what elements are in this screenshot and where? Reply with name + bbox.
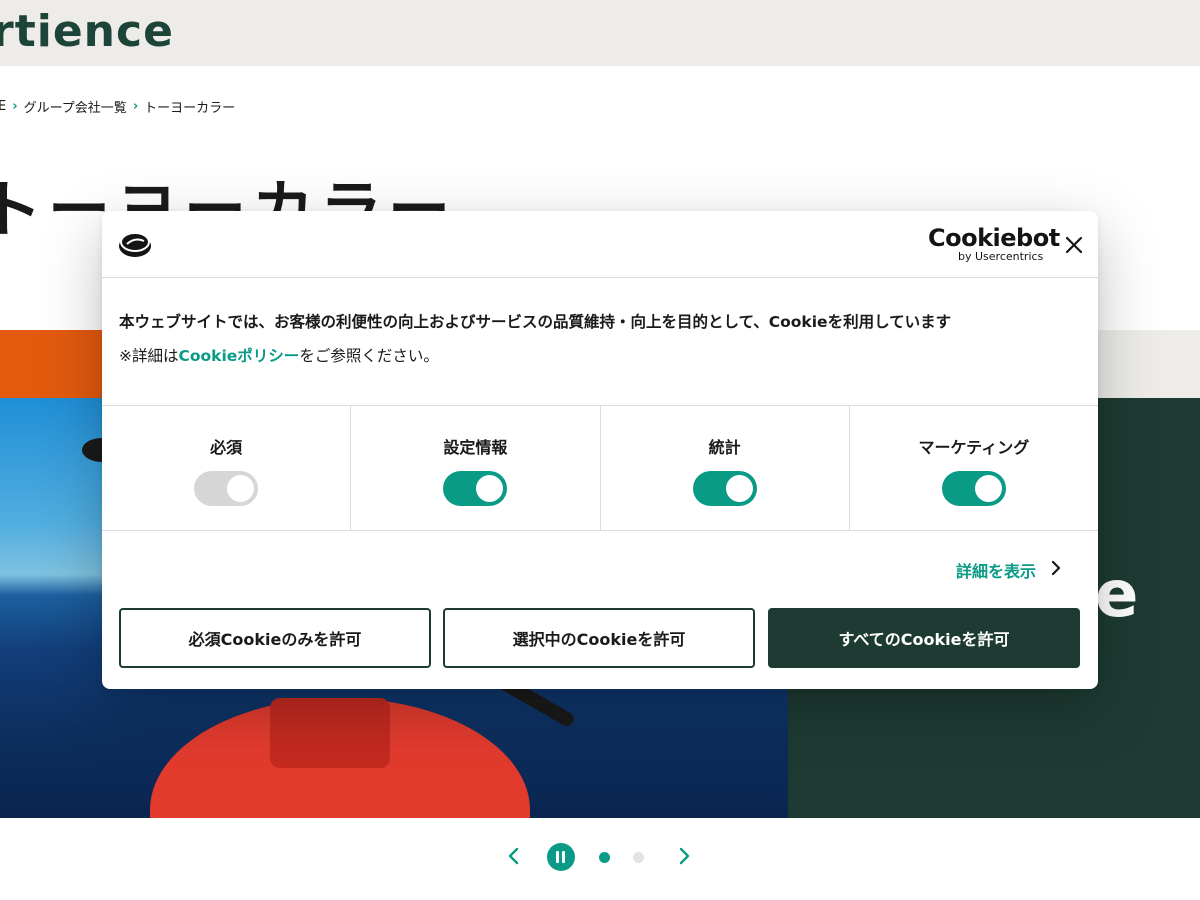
allow-necessary-button[interactable]: 必須Cookieのみを許可 — [119, 608, 431, 668]
cookie-category-toggles: 必須 設定情報 統計 マーケティング — [102, 405, 1098, 531]
breadcrumb-item-group-companies[interactable]: グループ会社一覧 — [24, 97, 127, 116]
cookie-policy-link[interactable]: Cookieポリシー — [179, 347, 300, 365]
policy-prefix: ※詳細は — [119, 347, 179, 365]
category-label: 設定情報 — [443, 438, 508, 457]
cookie-message-text: 本ウェブサイトでは、お客様の利便性の向上およびサービスの品質維持・向上を目的とし… — [119, 313, 952, 331]
preferences-toggle[interactable] — [443, 471, 508, 506]
allow-all-button[interactable]: すべてのCookieを許可 — [768, 608, 1080, 668]
cookie-message: 本ウェブサイトでは、お客様の利便性の向上およびサービスの品質維持・向上を目的とし… — [119, 311, 1079, 367]
breadcrumb-item-home[interactable]: E — [0, 99, 6, 114]
cookie-icon — [118, 229, 152, 259]
category-label: マーケティング — [918, 438, 1030, 457]
brand-name: Cookiebot — [928, 224, 1060, 252]
cookie-consent-dialog: Cookiebot by Usercentrics 本ウェブサイトでは、お客様の… — [102, 211, 1098, 689]
breadcrumb: E › グループ会社一覧 › トーヨーカラー — [0, 97, 235, 116]
cookiebot-logo: Cookiebot by Usercentrics — [928, 224, 1060, 263]
carousel-controls — [500, 840, 700, 874]
cookie-dialog-header: Cookiebot by Usercentrics — [102, 211, 1098, 278]
show-details-label: 詳細を表示 — [956, 562, 1037, 581]
category-necessary: 必須 — [102, 406, 352, 530]
category-label: 必須 — [210, 438, 243, 457]
chevron-right-icon[interactable] — [674, 846, 694, 866]
cookie-actions: 必須Cookieのみを許可 選択中のCookieを許可 すべてのCookieを許… — [119, 608, 1081, 672]
close-icon[interactable] — [1062, 233, 1086, 257]
category-preferences: 設定情報 — [351, 406, 601, 530]
category-statistics: 統計 — [601, 406, 850, 530]
hero-band — [1080, 330, 1200, 398]
statistics-toggle[interactable] — [692, 471, 757, 506]
carousel-dot-1[interactable] — [599, 852, 610, 863]
necessary-toggle — [194, 471, 259, 506]
chevron-right-icon: › — [132, 99, 139, 114]
marketing-toggle[interactable] — [941, 471, 1006, 506]
carousel-dot-2[interactable] — [633, 852, 644, 863]
kayak-seat-image — [270, 698, 390, 768]
pause-icon[interactable] — [547, 843, 575, 871]
category-label: 統計 — [708, 438, 741, 457]
cookie-policy-line: ※詳細はCookieポリシーをご参照ください。 — [119, 345, 1079, 367]
hero-slide-text: e — [1095, 558, 1139, 632]
show-details-link[interactable]: 詳細を表示 — [956, 558, 1062, 582]
breadcrumb-item-current: トーヨーカラー — [144, 101, 236, 116]
site-header: rtience — [0, 0, 1200, 66]
chevron-right-icon — [1050, 560, 1062, 580]
chevron-left-icon[interactable] — [504, 846, 524, 866]
brand-sub: by Usercentrics — [958, 250, 1044, 263]
category-marketing: マーケティング — [850, 406, 1098, 530]
allow-selection-button[interactable]: 選択中のCookieを許可 — [443, 608, 755, 668]
chevron-right-icon: › — [12, 99, 18, 114]
policy-suffix: をご参照ください。 — [299, 347, 439, 365]
site-logo[interactable]: rtience — [0, 6, 174, 58]
